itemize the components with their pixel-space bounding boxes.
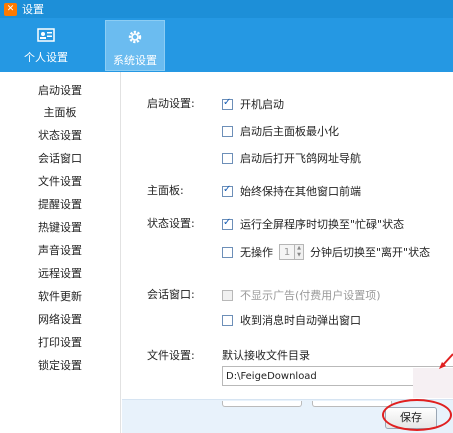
sidebar-item-hotkey[interactable]: 热键设置 [0, 217, 120, 239]
minimize-main-panel-label: 启动后主面板最小化 [240, 125, 339, 138]
fullscreen-busy-option[interactable]: 运行全屏程序时切换至"忙碌"状态 [222, 216, 404, 232]
default-dir-label: 默认接收文件目录 [222, 349, 310, 362]
title-bar: ✕ 设置 [0, 0, 453, 18]
top-tab-bar: 个人设置 系统设置 [0, 18, 453, 72]
fullscreen-busy-label: 运行全屏程序时切换至"忙碌"状态 [240, 218, 405, 231]
idle-away-prefix: 无操作 [240, 246, 273, 259]
open-nav-option[interactable]: 启动后打开飞鸽网址导航 [222, 150, 361, 166]
sidebar-item-lock[interactable]: 锁定设置 [0, 355, 120, 377]
sidebar-item-print[interactable]: 打印设置 [0, 332, 120, 354]
settings-content: 启动设置: 开机启动 启动后主面板最小化 启动后打开飞鸽网址导航 主面板: 始终… [122, 72, 453, 433]
startup-section-label: 启动设置: [147, 97, 195, 110]
minimize-main-panel-checkbox[interactable] [222, 125, 233, 137]
tab-system-settings[interactable]: 系统设置 [105, 20, 165, 71]
idle-minutes-value[interactable]: 1 [279, 244, 295, 260]
tab-system-settings-label: 系统设置 [113, 54, 157, 67]
sidebar-item-network[interactable]: 网络设置 [0, 309, 120, 331]
startup-on-boot-checkbox[interactable] [222, 97, 233, 110]
settings-sidebar: 启动设置 主面板 状态设置 会话窗口 文件设置 提醒设置 热键设置 声音设置 远… [0, 72, 121, 433]
hide-ads-checkbox [222, 289, 233, 301]
spin-down-icon[interactable]: ▼ [295, 252, 303, 259]
annotation-arrow-icon [439, 353, 453, 369]
auto-popup-label: 收到消息时自动弹出窗口 [240, 314, 361, 327]
partial-button-left[interactable] [222, 401, 302, 407]
sidebar-item-remote[interactable]: 远程设置 [0, 263, 120, 285]
spin-up-icon[interactable]: ▲ [295, 245, 303, 252]
always-on-top-option[interactable]: 始终保持在其他窗口前端 [222, 183, 361, 199]
fullscreen-busy-checkbox[interactable] [222, 217, 233, 230]
sidebar-item-chat-window[interactable]: 会话窗口 [0, 148, 120, 170]
gear-icon [128, 30, 142, 44]
sidebar-item-reminder[interactable]: 提醒设置 [0, 194, 120, 216]
tab-personal-settings-label: 个人设置 [24, 51, 68, 64]
minimize-main-panel-option[interactable]: 启动后主面板最小化 [222, 123, 339, 139]
auto-popup-option[interactable]: 收到消息时自动弹出窗口 [222, 312, 361, 328]
always-on-top-checkbox[interactable] [222, 184, 233, 197]
sidebar-item-main-panel[interactable]: 主面板 [0, 102, 120, 124]
sidebar-item-sound[interactable]: 声音设置 [0, 240, 120, 262]
file-section-label: 文件设置: [147, 349, 195, 362]
hide-ads-option: 不显示广告(付费用户设置项) [222, 287, 381, 303]
idle-minutes-stepper[interactable]: 1 ▲ ▼ [279, 244, 304, 260]
open-nav-label: 启动后打开飞鸽网址导航 [240, 152, 361, 165]
idle-away-suffix: 分钟后切换至"离开"状态 [310, 246, 431, 259]
main-panel-section-label: 主面板: [147, 184, 184, 197]
sidebar-item-status[interactable]: 状态设置 [0, 125, 120, 147]
open-nav-checkbox[interactable] [222, 152, 233, 164]
status-section-label: 状态设置: [147, 217, 195, 230]
chat-window-section-label: 会话窗口: [147, 288, 195, 301]
startup-on-boot-option[interactable]: 开机启动 [222, 96, 284, 112]
idle-away-checkbox[interactable] [222, 246, 233, 258]
sidebar-item-startup[interactable]: 启动设置 [0, 80, 120, 102]
idle-minutes-spin-buttons[interactable]: ▲ ▼ [295, 244, 304, 260]
partial-button-right[interactable] [312, 401, 392, 407]
save-button[interactable]: 保存 [385, 407, 437, 429]
sidebar-item-software-update[interactable]: 软件更新 [0, 286, 120, 308]
tab-personal-settings[interactable]: 个人设置 [16, 20, 76, 71]
auto-popup-checkbox[interactable] [222, 314, 233, 326]
window-title: 设置 [22, 3, 44, 16]
startup-on-boot-label: 开机启动 [240, 98, 284, 111]
sidebar-item-file[interactable]: 文件设置 [0, 171, 120, 193]
footer-bar: 保存 [122, 399, 453, 433]
idle-away-option[interactable]: 无操作 1 ▲ ▼ 分钟后切换至"离开"状态 [222, 244, 430, 260]
app-logo-icon: ✕ [4, 2, 17, 16]
user-card-icon [37, 28, 55, 42]
hide-ads-label: 不显示广告(付费用户设置项) [240, 289, 381, 302]
always-on-top-label: 始终保持在其他窗口前端 [240, 185, 361, 198]
